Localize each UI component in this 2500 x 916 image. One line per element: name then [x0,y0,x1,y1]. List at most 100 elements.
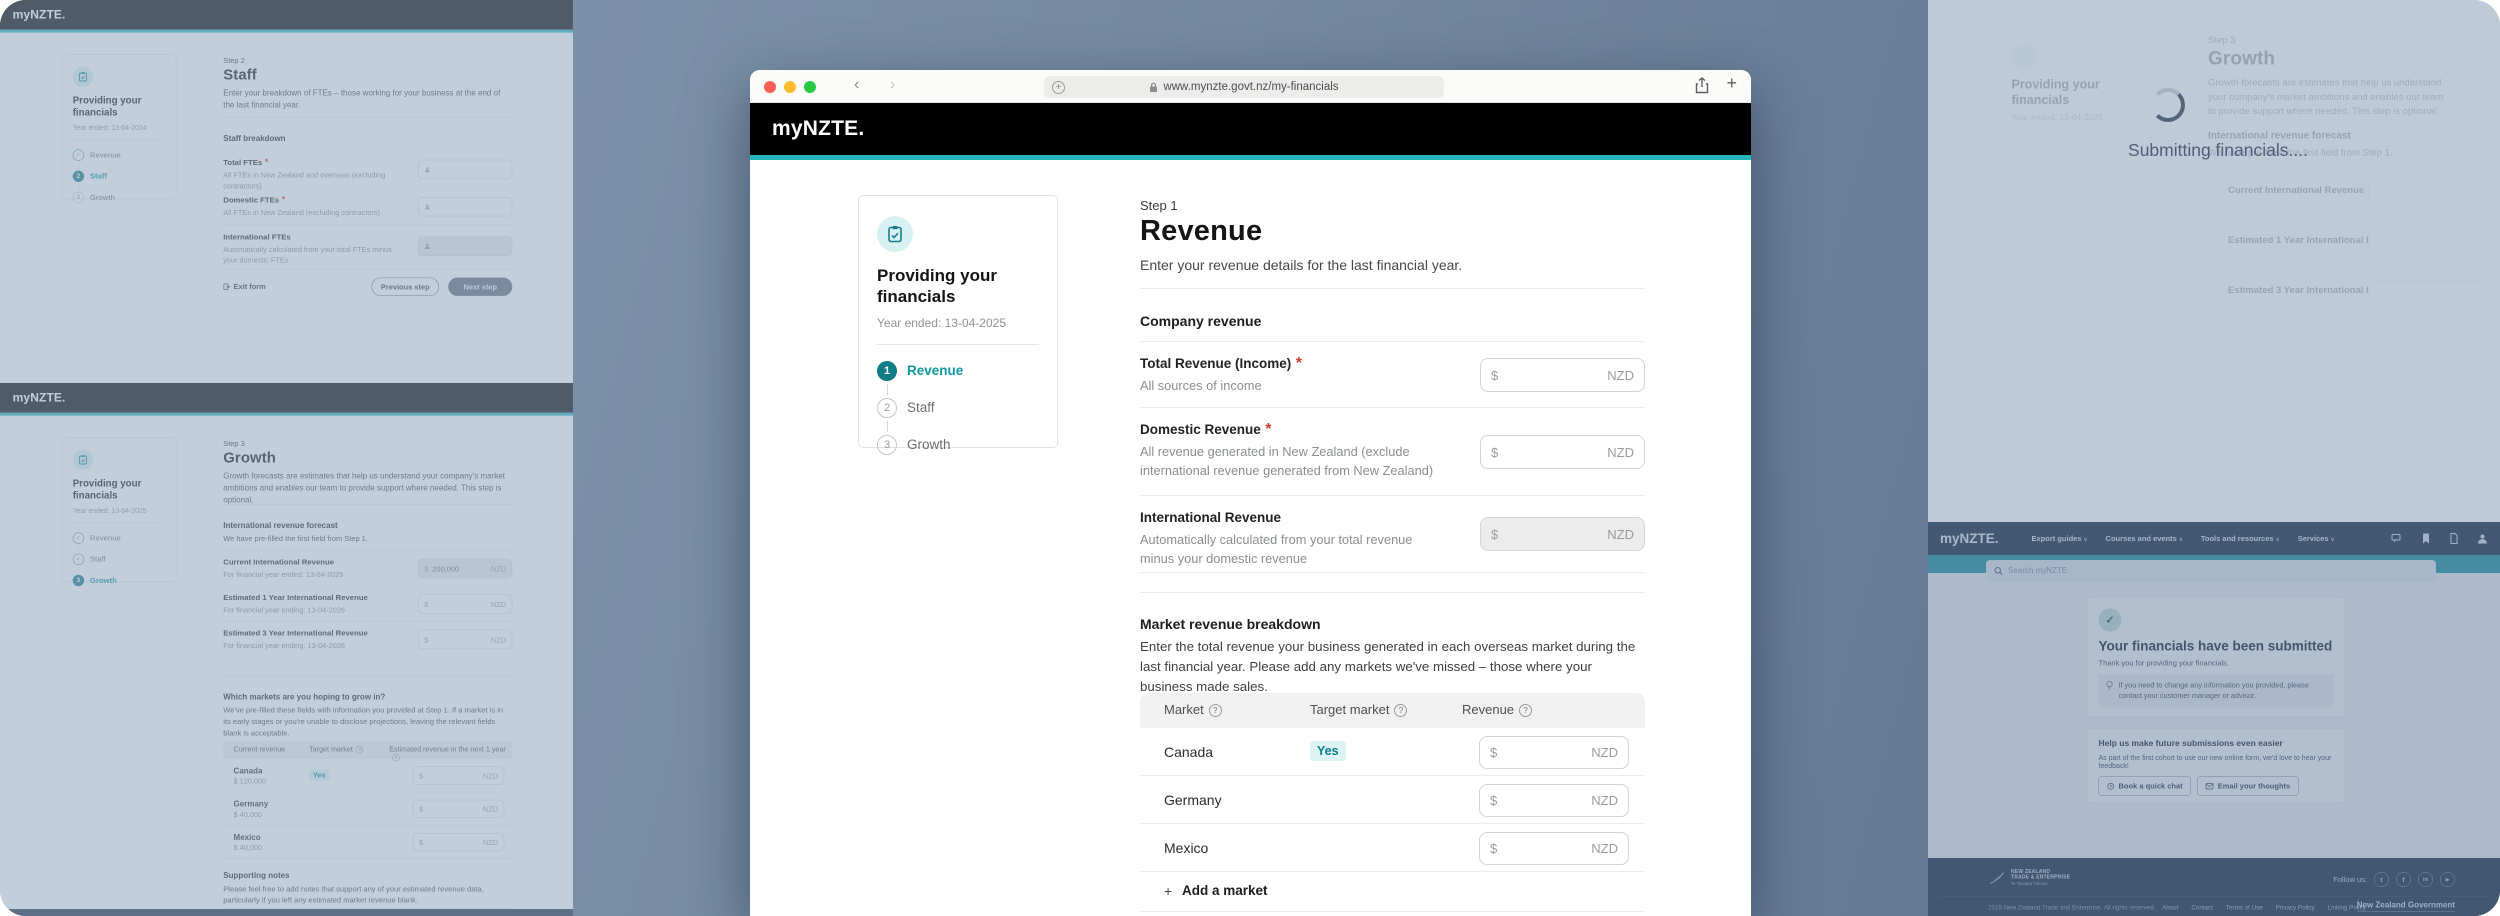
step-revenue[interactable]: 1 Revenue [877,360,1039,381]
canada-estimate-input[interactable]: $ NZD [412,766,505,785]
currency-code: NZD [1607,367,1634,383]
linkedin-icon[interactable]: in [2418,872,2433,887]
market-name: Canada [1164,744,1214,760]
step-staff[interactable]: ✓ Staff [72,553,166,565]
back-icon[interactable]: ‹ [854,76,859,94]
nav-label: Courses and events [2105,534,2177,543]
company-revenue-fields: Total Revenue (Income) * All sources of … [1140,341,1645,573]
total-ftes-input[interactable] [417,159,513,180]
total-revenue-input[interactable]: $ NZD [1480,358,1645,392]
fte-fields: Total FTEs * All FTEs in New Zealand and… [223,149,513,270]
footer-links: About Contact Terms of Use Privacy Polic… [2162,904,2366,911]
previous-step-button[interactable]: Previous step [371,277,440,296]
check-icon: ✓ [72,532,85,544]
minimize-window-button[interactable] [784,81,796,93]
page-footer-edge [0,909,573,916]
site-header: myNZTE. [750,103,1751,155]
divider [223,858,513,859]
step-staff[interactable]: 2 Staff [72,170,166,182]
international-ftes-input [417,236,513,256]
new-tab-icon[interactable]: + [1726,73,1737,94]
nzte-logo-block: NEW ZEALAND TRADE & ENTERPRISE Te Taurap… [1988,869,2070,886]
germany-estimate-input[interactable]: $ NZD [412,799,505,819]
table-header: Current revenue Target market? Estimated… [223,740,513,762]
step-revenue[interactable]: ✓ Revenue [72,532,166,544]
footer-link-contact[interactable]: Contact [2191,904,2213,911]
search-input[interactable]: Search myNZTE [1986,560,2436,582]
youtube-icon[interactable]: ▸ [2440,872,2455,887]
book-chat-button[interactable]: Book a quick chat [2098,776,2192,796]
step-number: 1 [877,360,897,381]
table-row-canada: Canada Yes $ NZD [1140,728,1645,776]
nav-services[interactable]: Services ∨ [2298,534,2335,543]
field-row-domestic-revenue: Domestic Revenue * All revenue generated… [1140,408,1645,496]
table-row-germany: Germany $ NZD [1140,776,1645,824]
email-thoughts-button[interactable]: Email your thoughts [2197,776,2299,796]
field-row-domestic-ftes: Domestic FTEs * All FTEs in New Zealand … [223,188,513,225]
currency-symbol: $ [418,804,424,814]
next-step-button[interactable]: Next step [448,277,513,296]
help-icon[interactable]: ? [1208,703,1222,717]
field-row-current-international: Current International Revenue For financ… [223,551,513,587]
url-text: www.mynzte.govt.nz/my-financials [1163,81,1339,93]
target-market-badge: Yes [309,769,330,781]
footer-link-about[interactable]: About [2162,904,2178,911]
chevron-down-icon: ∨ [2275,536,2280,543]
step-number: 2 [72,170,85,182]
step-growth[interactable]: 3 Growth [72,574,166,586]
progress-card: Providing your financials Year ended: 13… [61,437,177,586]
nav-tools-resources[interactable]: Tools and resources ∨ [2201,534,2280,543]
domestic-revenue-input[interactable]: $ NZD [1480,435,1645,469]
step-staff[interactable]: 2 Staff [877,397,1039,418]
international-revenue-input: $ NZD [1480,517,1645,551]
help-icon[interactable]: ? [1519,703,1533,717]
nav-courses-events[interactable]: Courses and events ∨ [2106,534,2183,543]
facebook-icon[interactable]: f [2396,872,2411,887]
step-number: 3 [72,191,85,203]
footer-link-privacy[interactable]: Privacy Policy [2276,904,2315,911]
address-bar[interactable]: + www.mynzte.govt.nz/my-financials [1044,76,1444,98]
germany-revenue-input[interactable]: $ NZD [1479,784,1629,817]
share-icon[interactable] [1695,77,1709,94]
step-growth[interactable]: 3 Growth [72,191,166,203]
staff-form-column: Step 2 Staff Enter your breakdown of FTE… [223,0,513,383]
search-placeholder: Search myNZTE [2008,566,2068,576]
col-label: Target market [309,745,353,754]
currency-code: NZD [482,771,498,780]
step-revenue[interactable]: ✓ Revenue [72,149,166,161]
step-growth[interactable]: 3 Growth [877,434,1039,455]
ghost-title: Growth [2208,48,2276,69]
canada-revenue-input[interactable]: $ NZD [1479,736,1629,769]
zoom-window-button[interactable] [804,81,816,93]
nav-export-guides[interactable]: Export guides ∨ [2032,534,2088,543]
table-row-germany: Germany $ 40,000 $ NZD [223,792,513,826]
help-icon[interactable]: ? [355,745,364,754]
forward-icon[interactable]: › [890,76,895,94]
chevron-down-icon: ∨ [2083,536,2088,543]
currency-symbol: $ [1490,793,1498,808]
document-icon[interactable] [2449,533,2459,545]
col-target-market: Target market? [1310,702,1408,717]
footer-link-terms[interactable]: Terms of Use [2226,904,2263,911]
field-description: For financial year ending: 13-04-2026 [223,605,345,615]
tip-text: If you need to change any information yo… [2118,681,2309,701]
mexico-revenue-input[interactable]: $ NZD [1479,832,1629,865]
user-icon[interactable] [2477,533,2488,544]
step-label: Revenue [89,150,121,160]
estimate-3yr-input[interactable]: $ NZD [417,629,513,650]
reader-view-icon[interactable]: + [1052,80,1065,94]
estimate-1yr-input[interactable]: $ NZD [417,594,513,614]
add-market-row[interactable]: + Add a market [1140,872,1645,912]
close-window-button[interactable] [764,81,776,93]
bookmark-icon[interactable] [2421,533,2431,545]
help-icon[interactable]: ? [1394,703,1408,717]
chat-icon[interactable] [2391,533,2403,545]
form-actions: Exit form Previous step Next step [223,277,513,297]
twitter-icon[interactable]: t [2374,872,2389,887]
domestic-ftes-input[interactable] [417,196,513,217]
nz-government-logo: New Zealand Government [2356,901,2455,912]
divider [223,676,513,677]
mexico-estimate-input[interactable]: $ NZD [412,832,505,852]
exit-form-link[interactable]: Exit form [223,282,266,291]
ghost-input-2 [2368,230,2483,252]
